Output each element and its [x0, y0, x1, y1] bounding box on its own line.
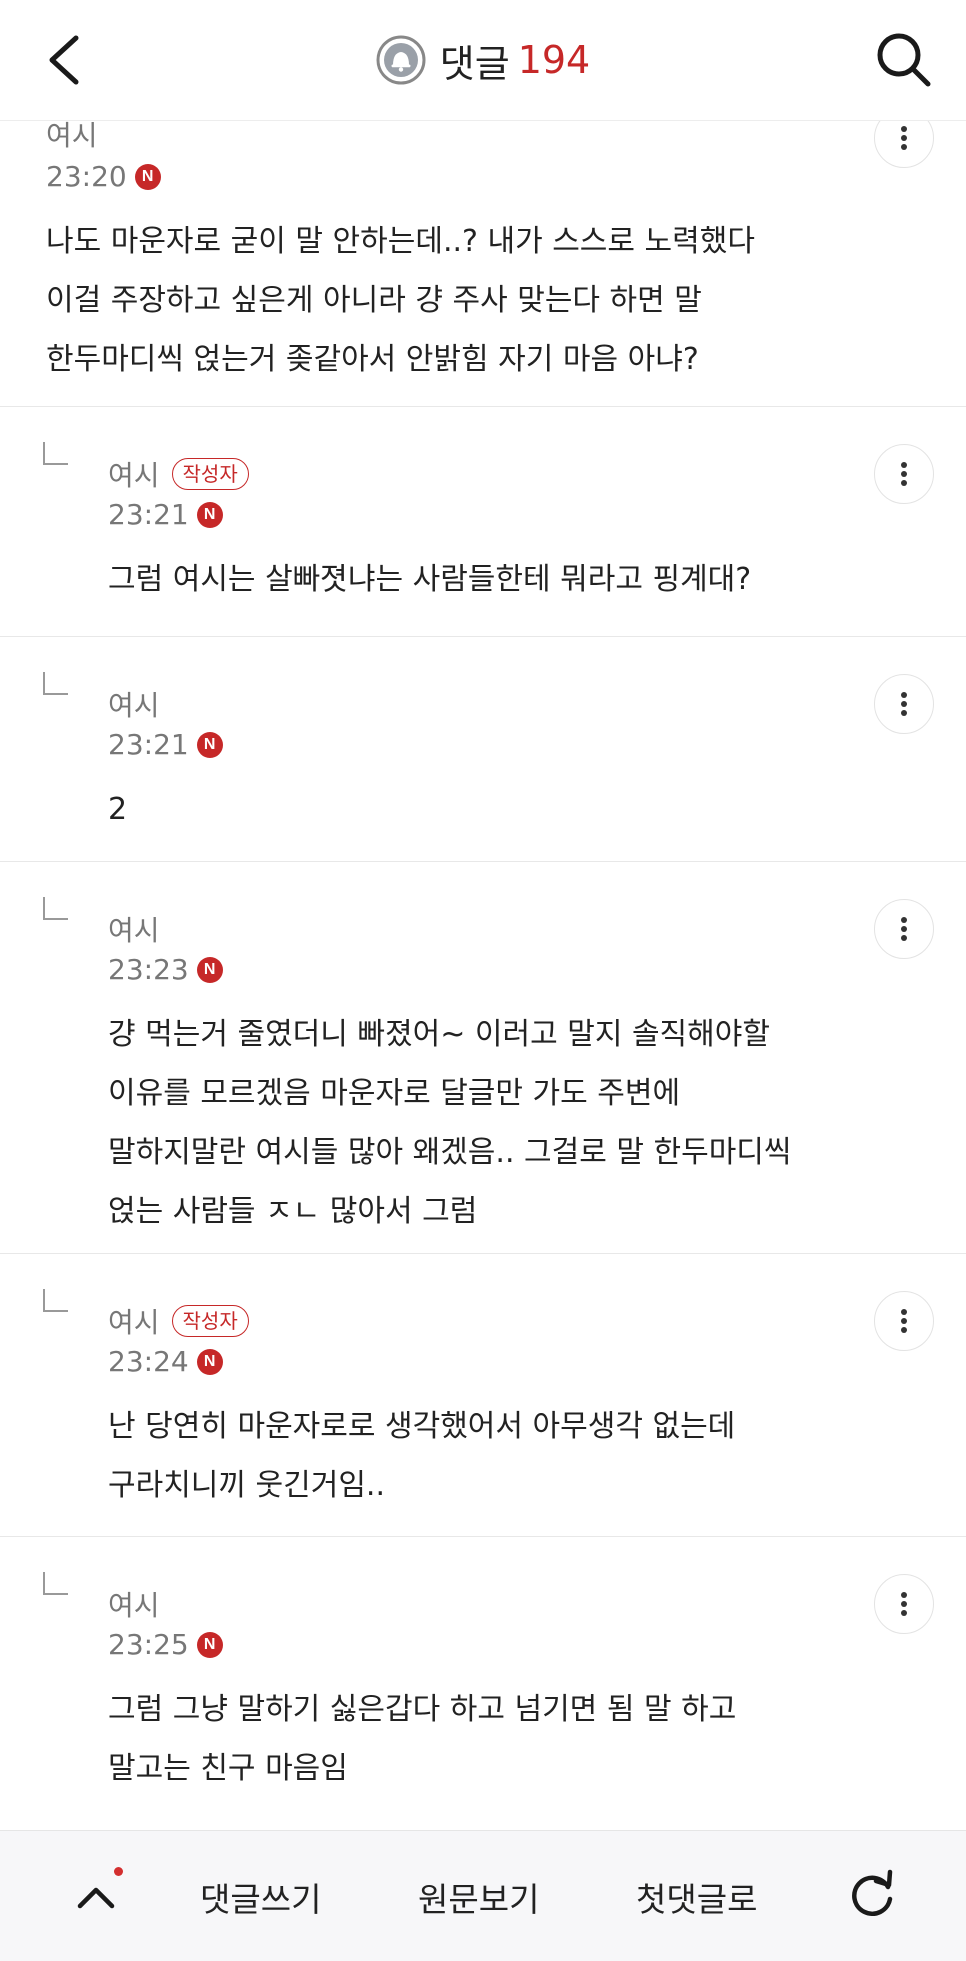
- comment-author-line: 여시 작성자: [108, 1301, 249, 1341]
- comment-item: 여시 23:23 N 걍 먹는거 줄였더니 빠졌어~ 이러고 말지 솔직해야할 …: [0, 861, 966, 1254]
- comment-text: 걍 먹는거 줄였더니 빠졌어~ 이러고 말지 솔직해야할 이유를 모르겠음 마운…: [108, 1005, 792, 1241]
- comment-line: 이유를 모르겠음 마운자로 달글만 가도 주변에: [108, 1076, 681, 1111]
- more-options-button[interactable]: [874, 1291, 934, 1351]
- comment-time-line: 23:25 N: [108, 1628, 223, 1661]
- comment-text: 나도 마운자로 굳이 말 안하는데..? 내가 스스로 노력했다 이걸 주장하고…: [46, 212, 755, 389]
- new-badge: N: [196, 731, 223, 758]
- reply-arrow-icon: [43, 1572, 68, 1595]
- new-badge: N: [196, 1631, 223, 1658]
- reply-arrow-icon: [43, 442, 68, 465]
- new-badge: N: [196, 1348, 223, 1375]
- comment-line: 구라치니끼 웃긴거임..: [108, 1468, 386, 1503]
- comment-time-line: 23:24 N: [108, 1345, 223, 1378]
- comment-text: 그럼 그냥 말하기 싫은갑다 하고 넘기면 됨 말 하고 말고는 친구 마음임: [108, 1680, 736, 1798]
- comment-time: 23:23: [108, 953, 189, 986]
- comment-author-line: 여시: [108, 909, 160, 949]
- comment-time: 23:25: [108, 1628, 189, 1661]
- comment-time-line: 23:20 N: [46, 160, 161, 193]
- comment-count: 194: [517, 38, 591, 82]
- more-vertical-icon: [901, 692, 907, 716]
- more-vertical-icon: [901, 462, 907, 486]
- comment-line: 말하지말란 여시들 많아 왜겠음.. 그걸로 말 한두마디씩: [108, 1135, 792, 1170]
- refresh-button[interactable]: [842, 1865, 902, 1925]
- comment-text: 난 당연히 마운자로로 생각했어서 아무생각 없는데 구라치니끼 웃긴거임..: [108, 1397, 735, 1515]
- comment-author: 여시: [108, 459, 160, 492]
- refresh-icon: [852, 1869, 893, 1917]
- top-bar: 댓글 194: [0, 0, 966, 121]
- comment-text: 2: [108, 780, 127, 839]
- reply-arrow-icon: [43, 897, 68, 920]
- comment-author: 여시: [108, 689, 160, 722]
- comment-time-line: 23:21 N: [108, 498, 223, 531]
- comment-line: 2: [108, 792, 128, 827]
- comment-item: 여시 23:21 N 2: [0, 636, 966, 862]
- comment-time-line: 23:21 N: [108, 728, 223, 761]
- more-options-button[interactable]: [874, 1574, 934, 1634]
- first-comment-button[interactable]: 첫댓글로: [636, 1873, 757, 1921]
- new-badge: N: [196, 956, 223, 983]
- comment-time: 23:21: [108, 728, 189, 761]
- comment-time: 23:20: [46, 160, 127, 193]
- comment-author-line: 여시: [108, 684, 160, 724]
- comment-author-line: 여시: [108, 1584, 160, 1624]
- header-title: 댓글: [439, 41, 510, 86]
- bottom-action-bar: 댓글쓰기 원문보기 첫댓글로: [0, 1830, 966, 1961]
- header-title-group: 댓글 194: [0, 30, 966, 90]
- notification-dot: [114, 1867, 123, 1876]
- bell-icon[interactable]: [376, 35, 426, 85]
- search-button[interactable]: [872, 28, 936, 92]
- comment-item: 여시 작성자 23:24 N 난 당연히 마운자로로 생각했어서 아무생각 없는…: [0, 1253, 966, 1537]
- more-options-button[interactable]: [874, 444, 934, 504]
- new-badge: N: [196, 501, 223, 528]
- comment-line: 그럼 그냥 말하기 싫은갑다 하고 넘기면 됨 말 하고: [108, 1692, 737, 1727]
- comment-time-line: 23:23 N: [108, 953, 223, 986]
- writer-badge: 작성자: [171, 1305, 249, 1337]
- comment-time: 23:21: [108, 498, 189, 531]
- comment-author-line: 여시 작성자: [108, 454, 249, 494]
- comment-author: 여시: [108, 914, 160, 947]
- comment-author: 여시: [108, 1589, 160, 1622]
- view-original-button[interactable]: 원문보기: [418, 1873, 539, 1921]
- comment-line: 말고는 친구 마음임: [108, 1751, 348, 1786]
- comment-line: 난 당연히 마운자로로 생각했어서 아무생각 없는데: [108, 1409, 736, 1444]
- reply-arrow-icon: [43, 1289, 68, 1312]
- more-vertical-icon: [901, 1309, 907, 1333]
- comment-item: 여시 23:25 N 그럼 그냥 말하기 싫은갑다 하고 넘기면 됨 말 하고 …: [0, 1536, 966, 1831]
- more-options-button[interactable]: [874, 674, 934, 734]
- comment-line: 한두마디씩 얹는거 좆같아서 안밝힘 자기 마음 아냐?: [46, 342, 699, 377]
- comment-line: 그럼 여시는 살빠졋냐는 사람들한테 뭐라고 핑계대?: [108, 562, 752, 597]
- reply-arrow-icon: [43, 672, 68, 695]
- writer-badge: 작성자: [171, 458, 249, 490]
- comment-line: 얹는 사람들 ㅈㄴ 많아서 그럼: [108, 1194, 478, 1229]
- comment-item: 여시 작성자 23:21 N 그럼 여시는 살빠졋냐는 사람들한테 뭐라고 핑계…: [0, 406, 966, 637]
- comment-line: 나도 마운자로 굳이 말 안하는데..? 내가 스스로 노력했다: [46, 224, 755, 259]
- more-vertical-icon: [901, 126, 907, 150]
- more-vertical-icon: [901, 1592, 907, 1616]
- comment-time: 23:24: [108, 1345, 189, 1378]
- search-icon: [877, 33, 931, 87]
- comment-line: 이걸 주장하고 싶은게 아니라 걍 주사 맞는다 하면 말: [46, 283, 702, 318]
- new-badge: N: [134, 163, 161, 190]
- comment-item: 여시 23:20 N 나도 마운자로 굳이 말 안하는데..? 내가 스스로 노…: [0, 108, 966, 407]
- comment-author: 여시: [108, 1306, 160, 1339]
- more-vertical-icon: [901, 917, 907, 941]
- comment-text: 그럼 여시는 살빠졋냐는 사람들한테 뭐라고 핑계대?: [108, 550, 751, 609]
- comment-line: 걍 먹는거 줄였더니 빠졌어~ 이러고 말지 솔직해야할: [108, 1017, 770, 1052]
- write-comment-button[interactable]: 댓글쓰기: [200, 1873, 321, 1921]
- more-options-button[interactable]: [874, 899, 934, 959]
